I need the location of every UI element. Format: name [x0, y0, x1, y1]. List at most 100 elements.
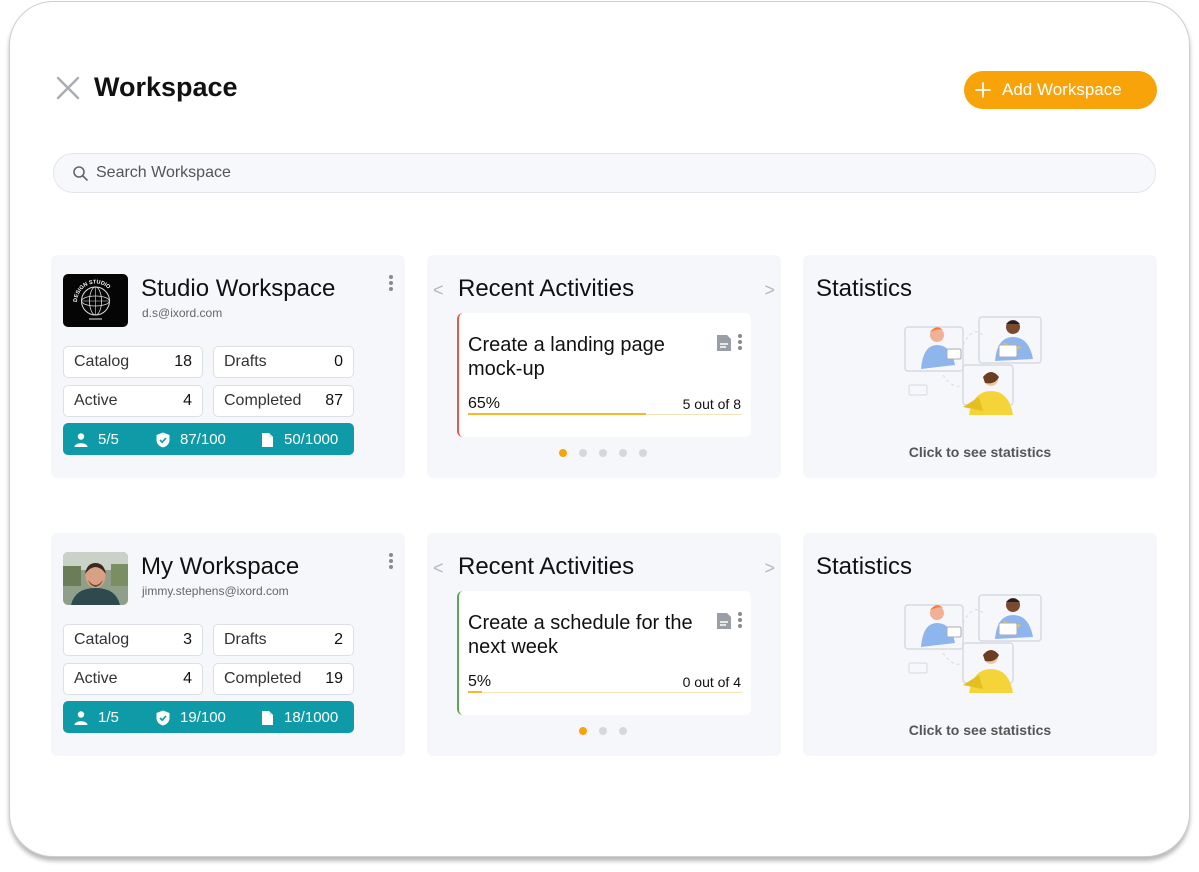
workspace-card[interactable]: DESIGN STUDIO Studio Workspace d.s@ixord…: [51, 255, 405, 478]
task-progress-fill: [468, 413, 647, 415]
files-count: 50/1000: [284, 431, 339, 448]
users-count: 1/5: [98, 709, 119, 726]
catalog-stat[interactable]: Catalog 18: [63, 346, 203, 378]
drafts-label: Drafts: [224, 631, 267, 648]
more-options-icon[interactable]: [387, 553, 395, 571]
user-icon: [74, 710, 88, 725]
statistics-title: Statistics: [816, 275, 913, 302]
task-title: Create a landing page mock-up: [468, 334, 665, 380]
workspace-name: My Workspace: [141, 553, 300, 580]
carousel-dot[interactable]: [639, 449, 647, 457]
page-header: Workspace Add Workspace: [54, 70, 1157, 110]
carousel-dots: [559, 449, 647, 457]
activity-card: < Recent Activities > Create a landing p…: [427, 255, 781, 478]
statistics-card[interactable]: Statistics Click to see statistics: [803, 533, 1157, 756]
file-icon: [262, 710, 273, 725]
completed-stat[interactable]: Completed 19: [213, 663, 354, 695]
drafts-stat[interactable]: Drafts 0: [213, 346, 354, 378]
drafts-label: Drafts: [224, 353, 267, 370]
task-count: 0 out of 4: [682, 674, 741, 690]
team-illustration: [904, 316, 1042, 415]
task-progress-fill: [468, 691, 482, 693]
catalog-label: Catalog: [74, 353, 130, 370]
activity-title: Recent Activities: [458, 275, 635, 302]
carousel-dot[interactable]: [579, 727, 587, 735]
task-percent: 5%: [468, 673, 492, 690]
active-label: Active: [74, 392, 118, 409]
search-icon: [73, 165, 88, 181]
search-input[interactable]: [96, 164, 996, 182]
catalog-label: Catalog: [74, 631, 130, 648]
completed-value: 87: [325, 392, 343, 409]
see-statistics-link[interactable]: Click to see statistics: [803, 722, 1157, 738]
see-statistics-link[interactable]: Click to see statistics: [803, 444, 1157, 460]
page-title: Workspace: [94, 72, 238, 102]
statistics-title: Statistics: [816, 553, 913, 580]
drafts-value: 2: [334, 631, 343, 648]
document-icon[interactable]: [716, 612, 732, 630]
completed-value: 19: [325, 670, 343, 687]
add-workspace-button[interactable]: Add Workspace: [964, 71, 1157, 109]
active-stat[interactable]: Active 4: [63, 663, 203, 695]
active-value: 4: [183, 392, 192, 409]
catalog-stat[interactable]: Catalog 3: [63, 624, 203, 656]
close-icon[interactable]: [54, 74, 82, 102]
catalog-value: 18: [174, 353, 192, 370]
statistics-card[interactable]: Statistics Click to see statistics: [803, 255, 1157, 478]
activity-card: < Recent Activities > Create a schedule …: [427, 533, 781, 756]
users-count: 5/5: [98, 431, 119, 448]
search-bar[interactable]: [53, 153, 1156, 193]
users-usage: 5/5: [73, 431, 119, 448]
usage-bar: 1/5 19/100 18/1000: [63, 701, 354, 733]
usage-bar: 5/5 87/100 50/1000: [63, 423, 354, 455]
chevron-right-icon[interactable]: >: [764, 559, 775, 577]
drafts-stat[interactable]: Drafts 2: [213, 624, 354, 656]
drafts-value: 0: [334, 353, 343, 370]
task-card[interactable]: Create a schedule for the next week 5% 0…: [457, 591, 751, 715]
task-options-icon[interactable]: [737, 612, 743, 630]
carousel-dot[interactable]: [619, 449, 627, 457]
carousel-dot[interactable]: [559, 449, 567, 457]
catalog-value: 3: [183, 631, 192, 648]
carousel-dot[interactable]: [599, 449, 607, 457]
badges-count: 87/100: [180, 431, 226, 448]
activity-title: Recent Activities: [458, 553, 635, 580]
completed-label: Completed: [224, 392, 302, 409]
workspace-logo: DESIGN STUDIO: [63, 274, 128, 327]
badges-usage: 19/100: [155, 709, 226, 726]
carousel-dot[interactable]: [619, 727, 627, 735]
badges-usage: 87/100: [155, 431, 226, 448]
team-illustration: [904, 594, 1042, 693]
workspace-email: d.s@ixord.com: [142, 306, 223, 320]
task-options-icon[interactable]: [737, 334, 743, 352]
task-percent: 65%: [468, 395, 501, 412]
completed-stat[interactable]: Completed 87: [213, 385, 354, 417]
carousel-dot[interactable]: [579, 449, 587, 457]
plus-icon: [975, 82, 991, 98]
chevron-left-icon[interactable]: <: [433, 281, 444, 299]
badges-count: 19/100: [180, 709, 226, 726]
file-icon: [262, 432, 273, 447]
user-icon: [74, 432, 88, 447]
user-avatar: [63, 552, 128, 605]
task-progress-bar: [468, 413, 742, 415]
active-stat[interactable]: Active 4: [63, 385, 203, 417]
task-card[interactable]: Create a landing page mock-up 65% 5 out …: [457, 313, 751, 437]
chevron-left-icon[interactable]: <: [433, 559, 444, 577]
document-icon[interactable]: [716, 334, 732, 352]
task-progress-bar: [468, 691, 742, 693]
carousel-dot[interactable]: [599, 727, 607, 735]
task-title: Create a schedule for the next week: [468, 612, 693, 658]
verified-badge-icon: [156, 432, 170, 447]
users-usage: 1/5: [73, 709, 119, 726]
more-options-icon[interactable]: [387, 275, 395, 293]
verified-badge-icon: [156, 710, 170, 725]
workspace-card[interactable]: My Workspace jimmy.stephens@ixord.com Ca…: [51, 533, 405, 756]
files-usage: 18/1000: [259, 709, 338, 726]
active-label: Active: [74, 670, 118, 687]
add-workspace-label: Add Workspace: [1002, 80, 1122, 99]
workspace-email: jimmy.stephens@ixord.com: [142, 584, 289, 598]
completed-label: Completed: [224, 670, 302, 687]
workspace-name: Studio Workspace: [141, 275, 336, 302]
chevron-right-icon[interactable]: >: [764, 281, 775, 299]
